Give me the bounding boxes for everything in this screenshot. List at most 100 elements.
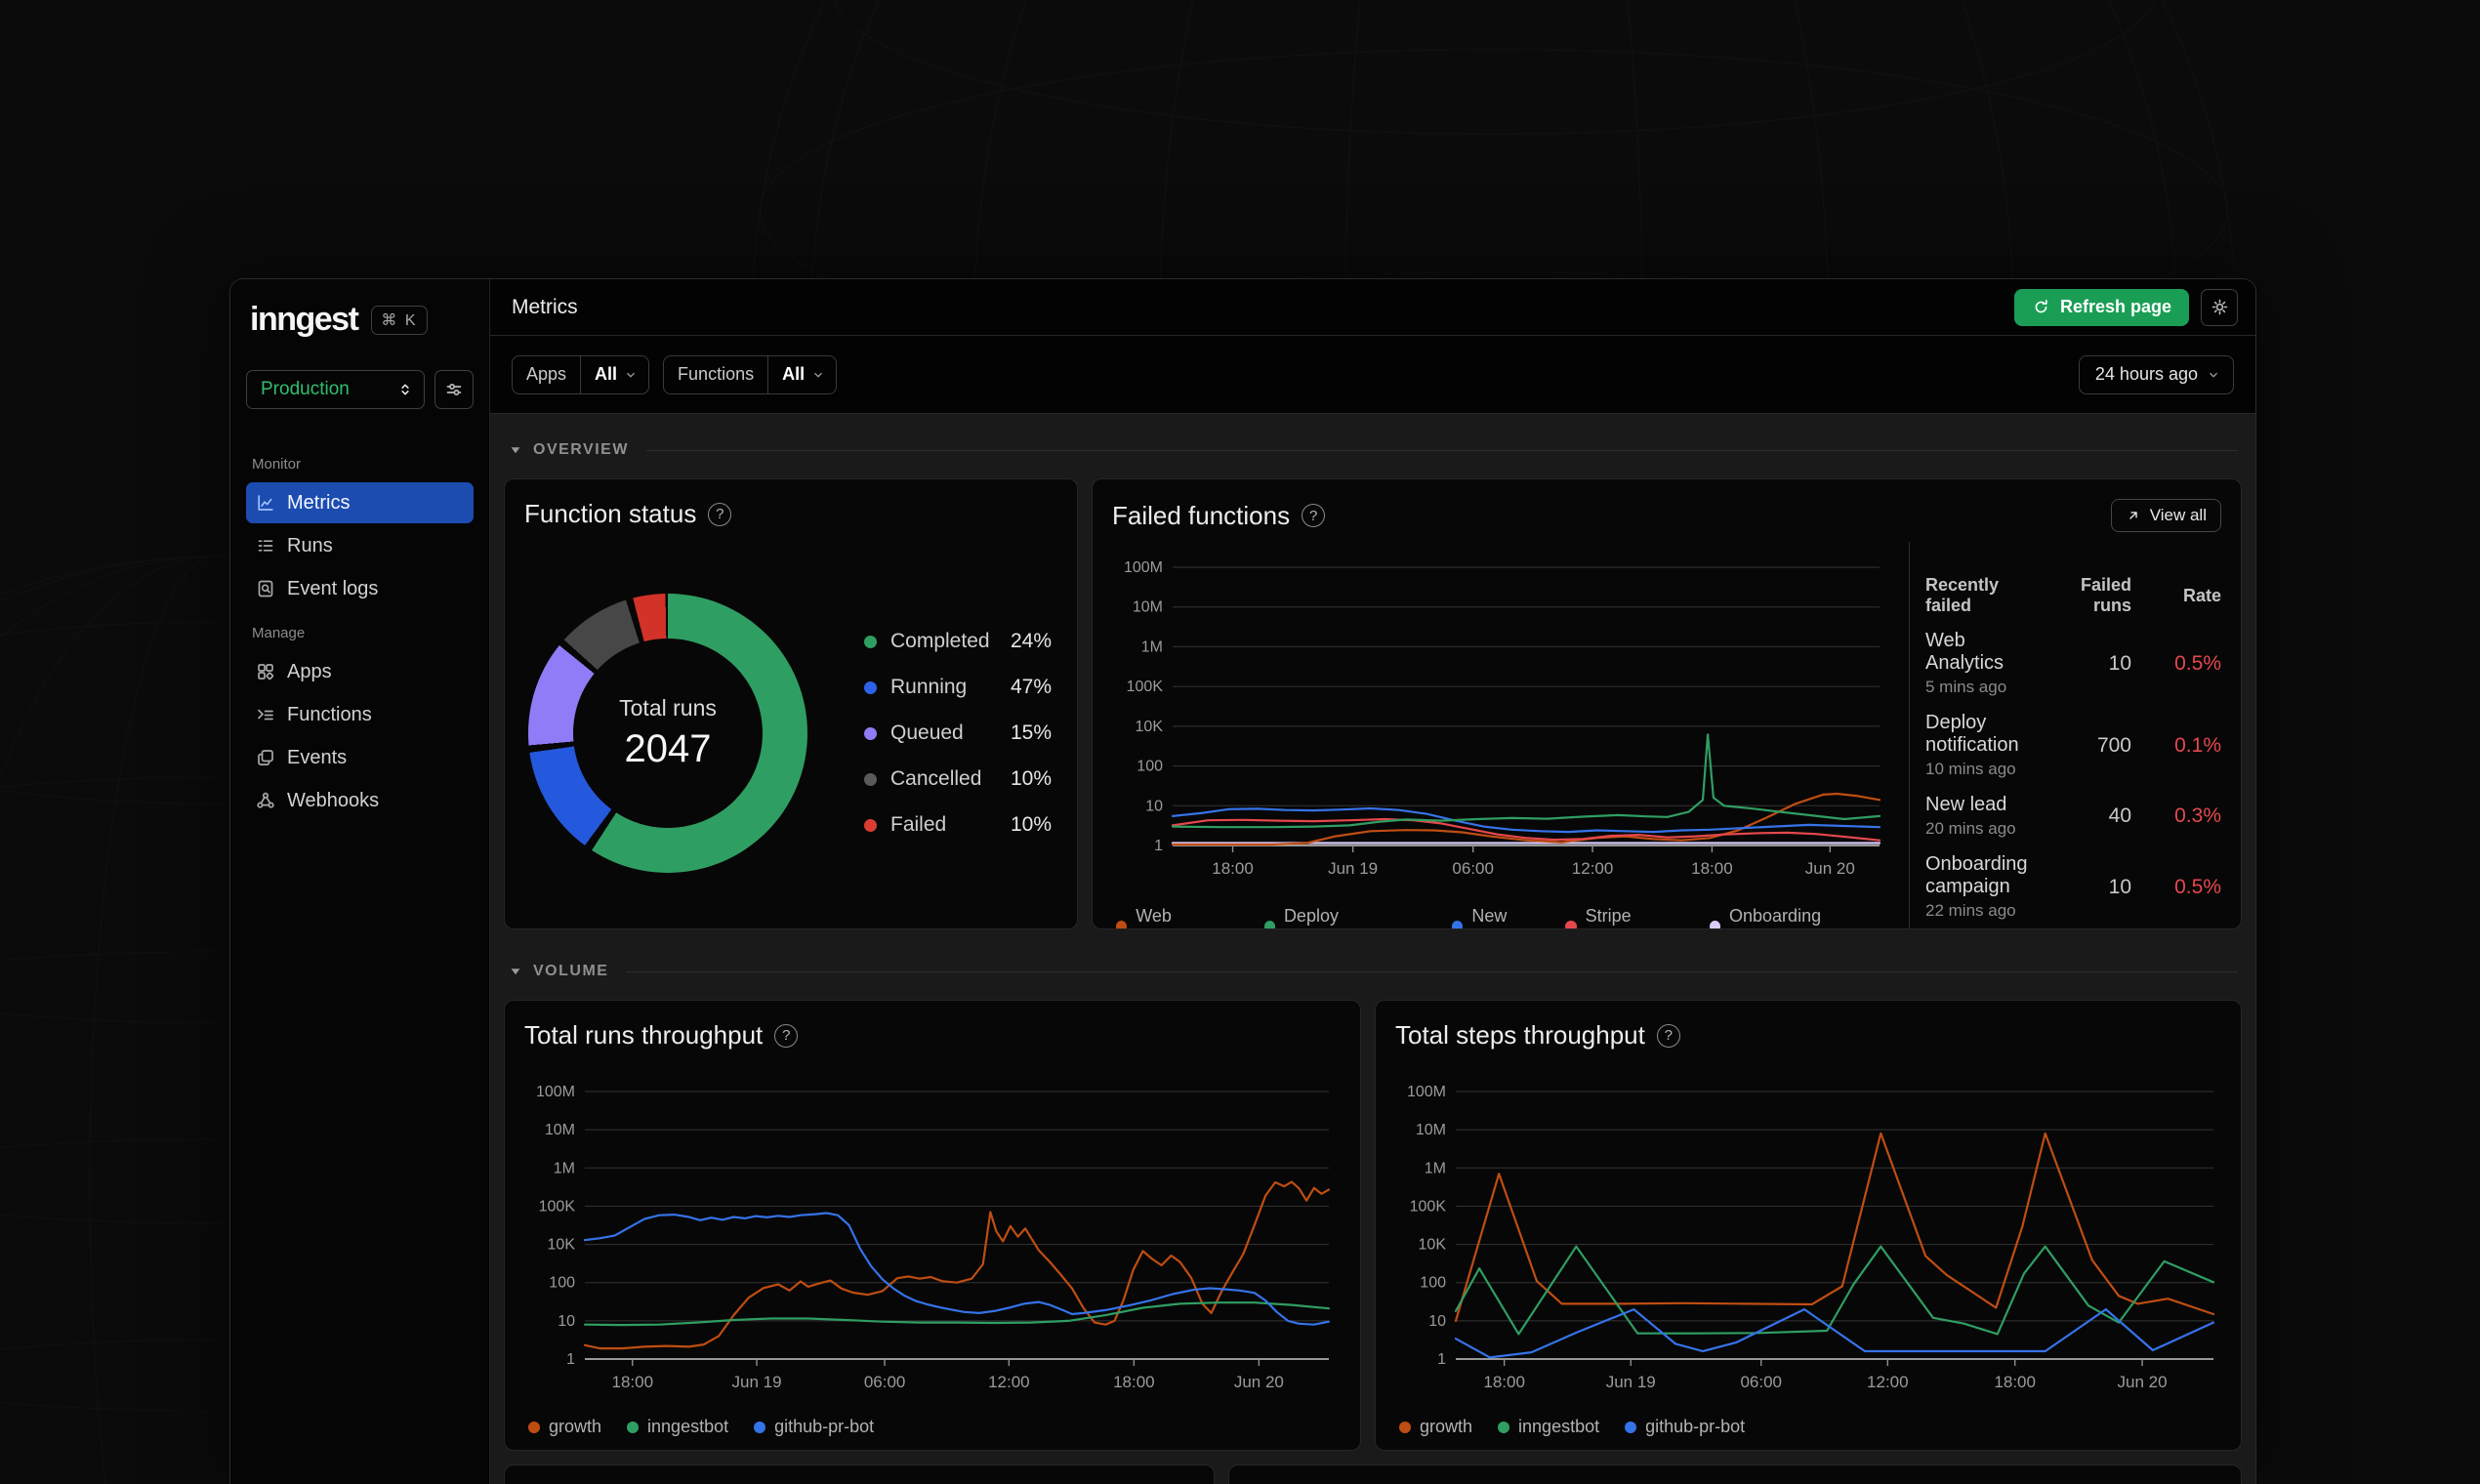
svg-text:Jun 20: Jun 20	[2118, 1373, 2168, 1391]
table-header: Recently failed Failed runs Rate	[1925, 575, 2221, 615]
environment-value: Production	[261, 379, 350, 399]
sidebar-item-runs[interactable]: Runs	[246, 525, 474, 566]
webhook-icon	[256, 791, 275, 810]
overview-section-header[interactable]: OVERVIEW	[508, 433, 2238, 467]
svg-text:12:00: 12:00	[1867, 1373, 1909, 1391]
legend-dot	[1399, 1421, 1411, 1433]
legend-label: Completed	[890, 630, 990, 652]
app-window: inngest ⌘ K Production Monitor Metrics Run…	[229, 278, 2256, 1484]
refresh-page-label: Refresh page	[2059, 297, 2171, 316]
sidebar-item-metrics[interactable]: Metrics	[246, 482, 474, 523]
chart-legend-item: Deploy notifications	[1263, 906, 1426, 928]
chart-legend-item: Stripe invoice	[1565, 906, 1683, 928]
svg-text:10K: 10K	[1419, 1237, 1447, 1254]
sidebar-item-functions[interactable]: Functions	[246, 694, 474, 735]
table-row[interactable]: Deploy notification 10 mins ago 700 0.1%	[1925, 712, 2221, 779]
total-steps-throughput-title: Total steps throughput	[1395, 1020, 1645, 1050]
help-icon[interactable]: ?	[1656, 1023, 1680, 1048]
sidebar-item-apps[interactable]: Apps	[246, 651, 474, 692]
command-k-shortcut[interactable]: ⌘ K	[371, 305, 428, 335]
svg-text:100M: 100M	[1124, 559, 1163, 576]
legend-dot	[1709, 921, 1721, 928]
failure-rate: 0.3%	[2174, 804, 2221, 827]
sidebar-item-label: Apps	[287, 660, 332, 682]
sidebar-item-webhooks[interactable]: Webhooks	[246, 780, 474, 821]
functions-filter-label: Functions	[664, 355, 769, 393]
table-row[interactable]: Onboarding campaign 22 mins ago 10 0.5%	[1925, 853, 2221, 921]
legend-dot	[1263, 921, 1275, 928]
functions-icon	[256, 705, 275, 724]
svg-text:1M: 1M	[1141, 639, 1163, 655]
apps-filter[interactable]: Apps All	[512, 354, 650, 394]
svg-text:10: 10	[558, 1313, 575, 1330]
svg-text:100K: 100K	[1127, 679, 1164, 695]
legend-dot	[1565, 921, 1577, 928]
svg-text:06:00: 06:00	[1740, 1373, 1782, 1391]
legend-dot	[1116, 921, 1128, 928]
legend-dot	[627, 1421, 640, 1433]
chart-legend-item: inngestbot	[1498, 1417, 1599, 1437]
time-range-selector[interactable]: 24 hours ago	[2078, 354, 2234, 394]
nav-section-label: Monitor	[252, 456, 302, 473]
gear-icon	[2211, 298, 2229, 316]
help-icon[interactable]: ?	[708, 502, 732, 526]
sidebar-item-event-logs[interactable]: Event logs	[246, 568, 474, 609]
total-steps-chart: 100M 10M 1M 100K 10K 100 10 1 18:00 Jun 19 06:00 12…	[1395, 1054, 2221, 1413]
total-steps-chart-legend: growth inngestbot github-pr-bot	[1399, 1417, 2221, 1437]
arrow-up-right-icon	[2126, 508, 2141, 523]
total-runs-throughput-title: Total runs throughput	[524, 1020, 764, 1050]
settings-button[interactable]	[2201, 288, 2238, 326]
total-runs-throughput-card: Total runs throughput ? 100M 10M 1M 100K 10K…	[504, 1000, 1361, 1451]
svg-text:10M: 10M	[1133, 599, 1163, 616]
svg-text:10M: 10M	[1416, 1122, 1446, 1138]
failed-runs-count: 40	[2108, 804, 2131, 827]
svg-text:Jun 19: Jun 19	[1606, 1373, 1656, 1391]
table-row[interactable]: New lead 20 mins ago 40 0.3%	[1925, 794, 2221, 839]
table-row[interactable]: Web Analytics 5 mins ago 10 0.5%	[1925, 630, 2221, 697]
status-legend-item: Cancelled 10%	[864, 767, 1052, 791]
legend-label: inngestbot	[1518, 1417, 1600, 1436]
legend-label: Failed	[890, 813, 947, 836]
sidebar-item-events[interactable]: Events	[246, 737, 474, 778]
apps-filter-value: All	[595, 364, 618, 384]
legend-value: 15%	[1010, 721, 1052, 744]
section-rule	[645, 449, 2238, 451]
sidebar-item-label: Runs	[287, 534, 333, 556]
sidebar-item-label: Functions	[287, 703, 372, 725]
failed-functions-chart-legend: Web Analytics Deploy notifications New lea…	[1116, 906, 1891, 928]
volume-section-header[interactable]: VOLUME	[508, 955, 2238, 988]
chevron-down-icon	[810, 367, 836, 383]
svg-text:18:00: 18:00	[1994, 1373, 2036, 1391]
chart-legend-item: github-pr-bot	[754, 1417, 874, 1437]
updown-chevron-icon	[396, 381, 414, 398]
legend-label: growth	[1420, 1417, 1473, 1436]
sidebar-item-label: Event logs	[287, 577, 379, 599]
failed-function-time: 22 mins ago	[1925, 901, 2016, 920]
refresh-page-button[interactable]: Refresh page	[2013, 288, 2189, 326]
chart-legend-item: github-pr-bot	[1625, 1417, 1745, 1437]
vertical-divider	[1909, 542, 1910, 928]
view-all-button[interactable]: View all	[2110, 499, 2221, 532]
time-range-value: 24 hours ago	[2094, 364, 2198, 384]
legend-dot	[864, 818, 877, 832]
environment-selector[interactable]: Production	[246, 370, 425, 409]
function-status-title: Function status	[524, 499, 697, 528]
sliders-icon	[444, 380, 464, 399]
legend-label: Web Analytics	[1136, 906, 1206, 928]
nav-section-label: Manage	[252, 625, 306, 641]
env-filter-button[interactable]	[434, 370, 474, 409]
legend-dot	[864, 635, 877, 648]
failed-function-name: Onboarding campaign	[1925, 853, 2028, 897]
total-runs-chart: 100M 10M 1M 100K 10K 100 10 1 18:00 Jun 19 06:00 12…	[524, 1054, 1341, 1413]
help-icon[interactable]: ?	[774, 1023, 799, 1048]
functions-filter[interactable]: Functions All	[663, 354, 838, 394]
chart-legend-item: inngestbot	[627, 1417, 728, 1437]
svg-text:100M: 100M	[1407, 1084, 1446, 1100]
legend-value: 10%	[1010, 813, 1052, 836]
help-icon[interactable]: ?	[1302, 504, 1326, 527]
legend-label: Running	[890, 676, 968, 698]
svg-text:06:00: 06:00	[1452, 859, 1494, 878]
function-status-card: Function status ? Total runs 2047 Comple…	[504, 478, 1078, 929]
failed-function-name: Web Analytics	[1925, 630, 2005, 674]
failure-rate: 0.5%	[2174, 651, 2221, 675]
